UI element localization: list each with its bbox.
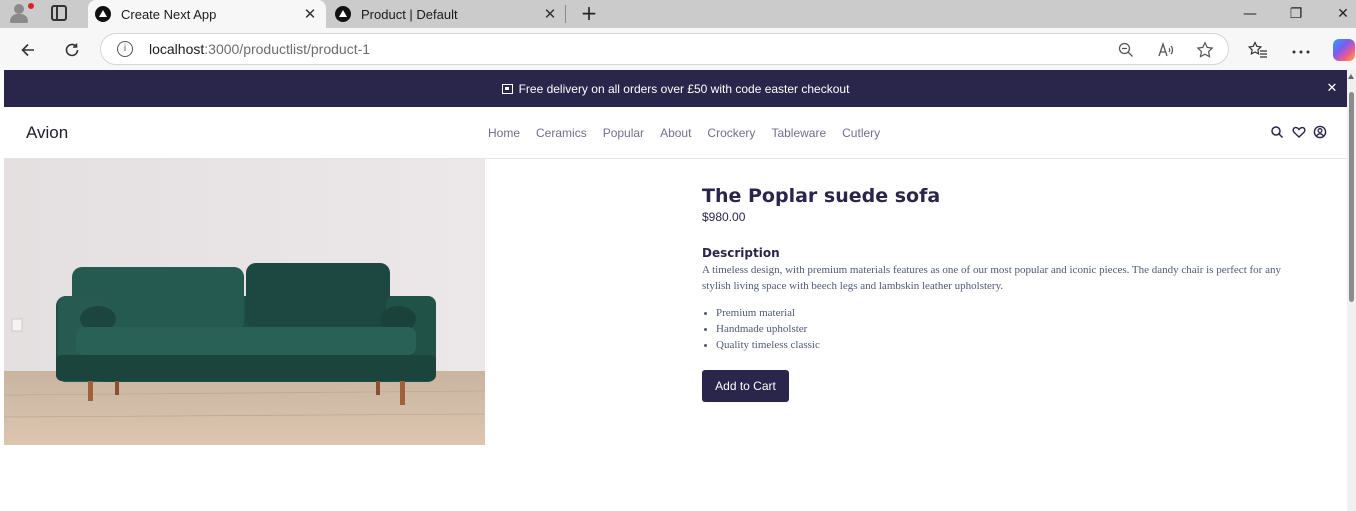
- product-title: The Poplar suede sofa: [702, 185, 941, 207]
- favorites-list-icon[interactable]: [1247, 39, 1269, 61]
- promo-text: Free delivery on all orders over £50 wit…: [518, 81, 850, 96]
- nextjs-favicon-icon: [335, 6, 351, 22]
- tab-title: Product | Default: [361, 6, 458, 22]
- nav-home[interactable]: Home: [488, 126, 520, 140]
- product-price: $980.00: [702, 210, 746, 224]
- list-item: Premium material: [704, 305, 1312, 321]
- site-logo[interactable]: Avion: [26, 123, 68, 143]
- nav-cutlery[interactable]: Cutlery: [842, 126, 880, 140]
- address-bar[interactable]: i localhost:3000/productlist/product-1: [100, 33, 1229, 65]
- page-viewport: Free delivery on all orders over £50 wit…: [4, 70, 1347, 511]
- copilot-icon[interactable]: [1333, 39, 1355, 61]
- zoom-out-icon[interactable]: [1116, 40, 1136, 60]
- browser-toolbar: i localhost:3000/productlist/product-1: [0, 28, 1356, 70]
- nav-crockery[interactable]: Crockery: [707, 126, 755, 140]
- tab-actions-icon[interactable]: [51, 5, 67, 21]
- description-heading: Description: [702, 246, 780, 260]
- list-item: Quality timeless classic: [704, 337, 1312, 353]
- feature-list: Premium material Handmade upholster Qual…: [704, 305, 1312, 353]
- heart-icon[interactable]: [1292, 125, 1306, 139]
- tab-title: Create Next App: [121, 6, 217, 22]
- main-nav: Home Ceramics Popular About Crockery Tab…: [488, 126, 880, 140]
- back-arrow-icon[interactable]: [14, 36, 42, 64]
- scrollbar-thumb[interactable]: [1349, 92, 1354, 302]
- profile-avatar-icon[interactable]: [8, 2, 34, 24]
- nav-ceramics[interactable]: Ceramics: [536, 126, 587, 140]
- more-options-icon[interactable]: [1290, 39, 1312, 61]
- site-info-icon[interactable]: i: [117, 41, 133, 57]
- window-close-button[interactable]: ✕: [1320, 0, 1356, 28]
- favorite-star-icon[interactable]: [1195, 40, 1215, 60]
- site-header: Avion Home Ceramics Popular About Crocke…: [4, 107, 1347, 159]
- url-text[interactable]: localhost:3000/productlist/product-1: [149, 41, 370, 57]
- tab-divider: [565, 5, 566, 23]
- product-description: A timeless design, with premium material…: [702, 264, 1281, 292]
- nav-about[interactable]: About: [660, 126, 691, 140]
- product-image: [4, 159, 485, 445]
- product-info: The Poplar suede sofa $980.00 Descriptio…: [702, 185, 1312, 402]
- tab-product-default[interactable]: Product | Default ✕: [328, 0, 566, 28]
- browser-tab-strip: Create Next App ✕ Product | Default ✕ + …: [0, 0, 1356, 28]
- delivery-icon: [501, 83, 513, 94]
- tab-close-icon[interactable]: ✕: [298, 5, 322, 23]
- nav-tableware[interactable]: Tableware: [771, 126, 826, 140]
- add-to-cart-button[interactable]: Add to Cart: [702, 370, 789, 402]
- new-tab-button[interactable]: +: [578, 2, 600, 24]
- refresh-icon[interactable]: [58, 36, 86, 64]
- scroll-up-icon[interactable]: [1348, 74, 1354, 79]
- promo-close-icon[interactable]: ✕: [1324, 80, 1340, 96]
- minimize-button[interactable]: —: [1227, 0, 1273, 28]
- nextjs-favicon-icon: [95, 6, 111, 22]
- page-scrollbar[interactable]: [1347, 70, 1356, 511]
- tab-close-icon[interactable]: ✕: [538, 5, 562, 23]
- tab-create-next-app[interactable]: Create Next App ✕: [88, 0, 326, 28]
- promo-banner: Free delivery on all orders over £50 wit…: [4, 70, 1347, 107]
- nav-popular[interactable]: Popular: [603, 126, 644, 140]
- user-icon[interactable]: [1313, 125, 1327, 139]
- restore-button[interactable]: ❐: [1273, 0, 1319, 28]
- list-item: Handmade upholster: [704, 321, 1312, 337]
- search-icon[interactable]: [1270, 125, 1284, 139]
- read-aloud-icon[interactable]: [1156, 40, 1176, 60]
